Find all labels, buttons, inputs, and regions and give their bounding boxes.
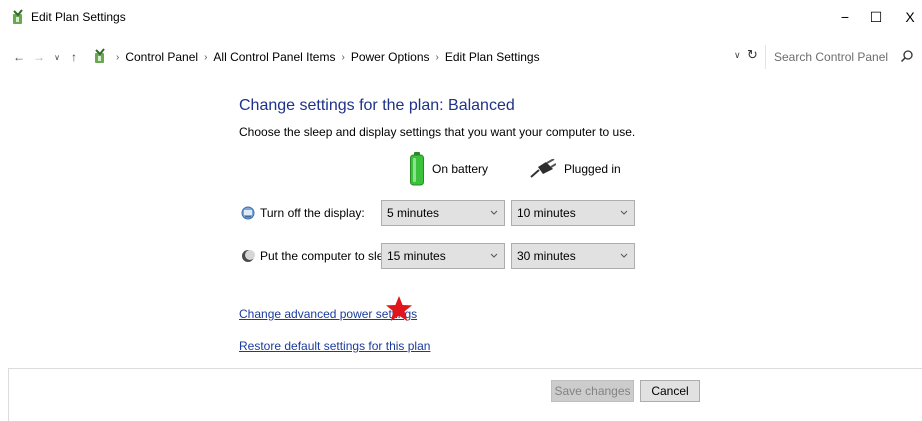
sleep-on-battery-value: 15 minutes — [387, 249, 446, 263]
breadcrumb-separator: › — [116, 51, 120, 63]
window-title: Edit Plan Settings — [31, 10, 126, 24]
sleep-row: Put the computer to sleep: — [241, 243, 400, 269]
breadcrumb-edit-plan-settings[interactable]: Edit Plan Settings — [445, 50, 540, 64]
address-dropdown-button[interactable]: ∨ — [734, 50, 741, 61]
control-panel-icon — [95, 48, 105, 63]
refresh-button[interactable]: ↻ — [747, 47, 758, 63]
turn-off-display-label: Turn off the display: — [260, 206, 365, 220]
breadcrumb-separator: › — [435, 51, 439, 63]
on-battery-header: On battery — [410, 152, 488, 186]
sleep-on-battery-select[interactable]: 15 minutes — [381, 243, 505, 269]
search-icon[interactable] — [900, 49, 914, 63]
display-plugged-in-select[interactable]: 10 minutes — [511, 200, 635, 226]
turn-off-display-row: Turn off the display: — [241, 200, 365, 226]
on-battery-label: On battery — [432, 162, 489, 176]
left-border — [8, 368, 9, 421]
title-bar: Edit Plan Settings − ☐ X — [0, 0, 922, 34]
power-plug-icon — [530, 159, 556, 178]
display-plugged-in-value: 10 minutes — [517, 206, 576, 220]
back-button[interactable]: ← — [12, 48, 26, 66]
maximize-button[interactable]: ☐ — [864, 7, 888, 27]
chevron-down-icon — [620, 253, 628, 258]
plugged-in-header: Plugged in — [530, 152, 621, 186]
recent-locations-button[interactable]: ∨ — [50, 48, 64, 66]
search-box — [765, 45, 922, 69]
minimize-button[interactable]: − — [833, 7, 857, 27]
breadcrumb: › Control Panel › All Control Panel Item… — [110, 50, 540, 64]
breadcrumb-separator: › — [341, 51, 345, 63]
breadcrumb-power-options[interactable]: Power Options — [351, 50, 430, 64]
sleep-moon-icon — [242, 250, 255, 262]
sleep-label: Put the computer to sleep: — [260, 249, 401, 263]
up-button[interactable]: ↑ — [67, 48, 81, 66]
chevron-down-icon — [620, 210, 628, 215]
cancel-button[interactable]: Cancel — [640, 380, 700, 402]
red-star-icon — [386, 296, 412, 321]
display-on-battery-select[interactable]: 5 minutes — [381, 200, 505, 226]
sleep-plugged-in-value: 30 minutes — [517, 249, 576, 263]
search-input[interactable] — [774, 49, 892, 65]
chevron-down-icon — [490, 253, 498, 258]
footer-divider — [8, 368, 922, 369]
forward-button[interactable]: → — [32, 48, 46, 66]
page-title: Change settings for the plan: Balanced — [239, 97, 515, 114]
battery-icon — [410, 152, 424, 186]
chevron-down-icon — [490, 210, 498, 215]
plugged-in-label: Plugged in — [564, 162, 621, 176]
sleep-plugged-in-select[interactable]: 30 minutes — [511, 243, 635, 269]
page-description: Choose the sleep and display settings th… — [239, 125, 636, 139]
power-options-icon — [13, 9, 23, 24]
breadcrumb-all-items[interactable]: All Control Panel Items — [213, 50, 335, 64]
breadcrumb-separator: › — [204, 51, 208, 63]
breadcrumb-control-panel[interactable]: Control Panel — [125, 50, 198, 64]
save-changes-button[interactable]: Save changes — [551, 380, 634, 402]
close-button[interactable]: X — [898, 7, 922, 27]
display-icon — [241, 206, 255, 220]
restore-defaults-link[interactable]: Restore default settings for this plan — [239, 339, 430, 353]
address-bar: ← → ∨ ↑ › Control Panel › All Control Pa… — [0, 44, 922, 70]
display-on-battery-value: 5 minutes — [387, 206, 440, 220]
